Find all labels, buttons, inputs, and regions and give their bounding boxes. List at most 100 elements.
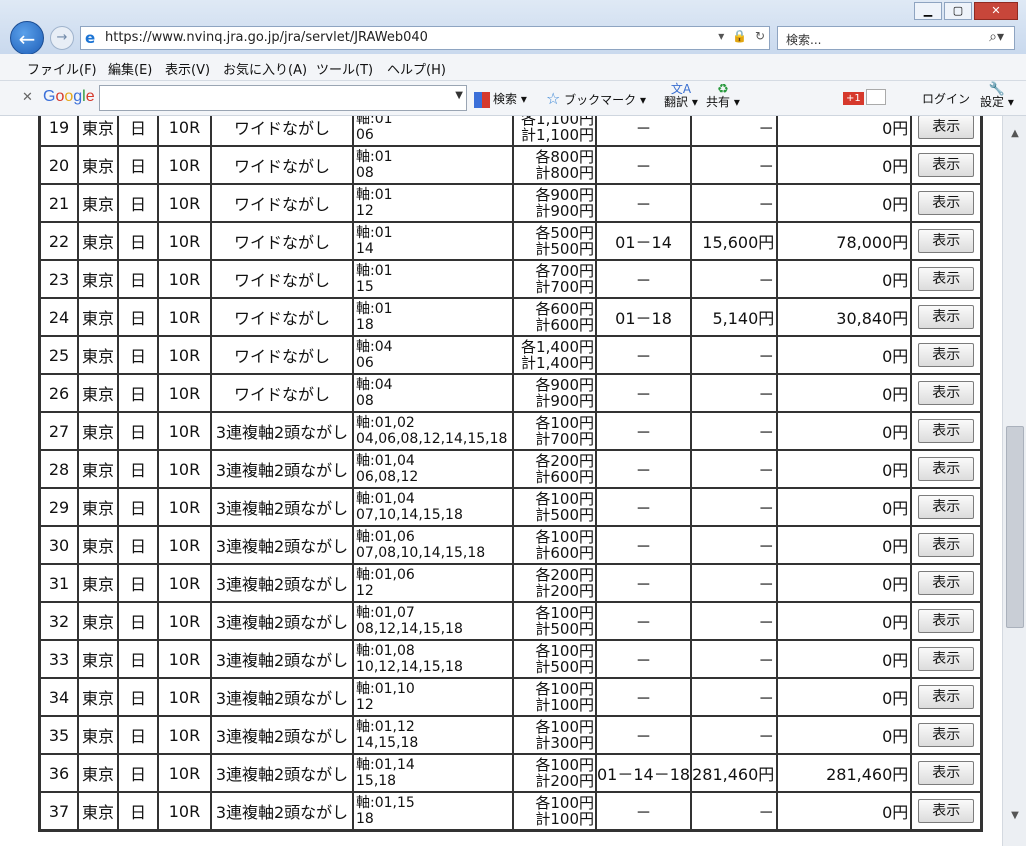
bet-amount: 各200円 計600円	[513, 450, 596, 488]
bet-number: 28	[40, 450, 78, 488]
view-button[interactable]: 表示	[918, 191, 975, 215]
race-number: 10R	[158, 792, 211, 830]
minimize-button[interactable]: ▁	[914, 2, 942, 20]
venue: 東京	[78, 336, 118, 374]
payout-per-100: －	[691, 184, 778, 222]
forward-button[interactable]: →	[50, 26, 74, 50]
selected-horses: 軸:01 12	[353, 184, 513, 222]
vertical-scrollbar[interactable]: ▲ ▼	[1002, 116, 1026, 846]
scroll-thumb[interactable]	[1006, 426, 1024, 628]
page-content: 19 東京日 10R ワイドながし 軸:01 06 各1,100円 計1,100円－－ 0円 表示…	[0, 116, 1002, 846]
venue: 東京	[78, 146, 118, 184]
action-cell: 表示	[911, 450, 982, 488]
menu-tools[interactable]: ツール(T)	[316, 59, 373, 78]
view-button[interactable]: 表示	[918, 229, 975, 253]
payout-per-100: －	[691, 450, 778, 488]
back-button[interactable]: ←	[10, 21, 44, 55]
bet-amount: 各700円 計700円	[513, 260, 596, 298]
selected-horses: 軸:01,07 08,12,14,15,18	[353, 602, 513, 640]
view-button[interactable]: 表示	[918, 723, 975, 747]
action-cell: 表示	[911, 488, 982, 526]
view-button[interactable]: 表示	[918, 381, 975, 405]
close-icon[interactable]: ✕	[22, 90, 33, 105]
google-search-input[interactable]: ▼	[99, 85, 467, 111]
refund-total: 0円	[777, 260, 912, 298]
refresh-icon[interactable]: ↻	[755, 29, 765, 43]
login-link[interactable]: ログイン	[922, 90, 970, 107]
view-button[interactable]: 表示	[918, 305, 975, 329]
payout-per-100: －	[691, 678, 778, 716]
winning-combination: －	[596, 792, 692, 830]
amount-total: 計500円	[535, 506, 594, 524]
view-button[interactable]: 表示	[918, 495, 975, 519]
view-button[interactable]: 表示	[918, 647, 975, 671]
gplus-button[interactable]: +1	[843, 89, 886, 105]
bet-amount: 各800円 計800円	[513, 146, 596, 184]
winning-combination: －	[596, 450, 692, 488]
browser-search-box[interactable]: 検索... ⌕▾	[777, 26, 1015, 50]
selected-horses: 軸:01 15	[353, 260, 513, 298]
menu-favorites[interactable]: お気に入り(A)	[223, 59, 307, 78]
view-button[interactable]: 表示	[918, 685, 975, 709]
day: 日	[118, 222, 158, 260]
address-bar[interactable]: e https://www.nvinq.jra.go.jp/jra/servle…	[80, 26, 770, 50]
venue: 東京	[78, 116, 118, 146]
table-row: 28 東京日 10R 3連複軸2頭ながし 軸:01,04 06,08,12 各200円 計60…	[40, 450, 982, 488]
payout-per-100: －	[691, 116, 778, 146]
dropdown-arrow-icon[interactable]: ▼	[455, 90, 463, 101]
view-button[interactable]: 表示	[918, 571, 975, 595]
amount-each: 各1,400円	[521, 338, 594, 356]
view-button[interactable]: 表示	[918, 153, 975, 177]
search-input[interactable]: 検索...	[786, 31, 821, 48]
view-button[interactable]: 表示	[918, 609, 975, 633]
share-button[interactable]: ♻ 共有 ▾	[706, 83, 740, 109]
view-button[interactable]: 表示	[918, 761, 975, 785]
scroll-down-arrow-icon[interactable]: ▼	[1003, 810, 1026, 826]
view-button[interactable]: 表示	[918, 457, 975, 481]
close-window-button[interactable]: ✕	[974, 2, 1018, 20]
maximize-button[interactable]: ▢	[944, 2, 972, 20]
selected-horses: 軸:01,06 07,08,10,14,15,18	[353, 526, 513, 564]
view-button[interactable]: 表示	[918, 343, 975, 367]
action-cell: 表示	[911, 640, 982, 678]
settings-button[interactable]: 🔧 設定 ▾	[980, 83, 1014, 109]
search-icon[interactable]: ⌕▾	[989, 29, 1004, 45]
refund-total: 0円	[777, 716, 912, 754]
bet-number: 21	[40, 184, 78, 222]
scroll-up-arrow-icon[interactable]: ▲	[1003, 128, 1026, 144]
menu-edit[interactable]: 編集(E)	[108, 59, 152, 78]
bet-type: ワイドながし	[211, 298, 353, 336]
partner-horses: 14,15,18	[356, 735, 419, 751]
google-search-button[interactable]: 検索 ▾	[474, 90, 527, 108]
table-row: 37 東京日 10R 3連複軸2頭ながし 軸:01,15 18 各100円 計100円－－ 0円…	[40, 792, 982, 830]
bookmark-button[interactable]: ☆ ブックマーク ▾	[546, 89, 646, 108]
bet-amount: 各600円 計600円	[513, 298, 596, 336]
bet-amount: 各900円 計900円	[513, 374, 596, 412]
address-url[interactable]: https://www.nvinq.jra.go.jp/jra/servlet/…	[105, 30, 428, 45]
bet-amount: 各500円 計500円	[513, 222, 596, 260]
partner-horses: 15	[356, 279, 374, 295]
dropdown-arrow-icon[interactable]: ▾	[718, 29, 724, 43]
axis-horses: 軸:01	[356, 225, 393, 241]
venue: 東京	[78, 792, 118, 830]
translate-button[interactable]: 文A 翻訳 ▾	[664, 83, 698, 109]
axis-horses: 軸:04	[356, 377, 393, 393]
refund-total: 0円	[777, 412, 912, 450]
view-button[interactable]: 表示	[918, 533, 975, 557]
lock-icon[interactable]: 🔒	[732, 29, 747, 43]
bet-number: 19	[40, 116, 78, 146]
payout-per-100: 15,600円	[691, 222, 778, 260]
amount-each: 各900円	[535, 376, 594, 394]
menu-view[interactable]: 表示(V)	[165, 59, 210, 78]
bet-type: ワイドながし	[211, 146, 353, 184]
menu-help[interactable]: ヘルプ(H)	[387, 59, 446, 78]
amount-each: 各200円	[535, 452, 594, 470]
partner-horses: 08	[356, 393, 374, 409]
action-cell: 表示	[911, 374, 982, 412]
view-button[interactable]: 表示	[918, 419, 975, 443]
race-number: 10R	[158, 488, 211, 526]
view-button[interactable]: 表示	[918, 267, 975, 291]
view-button[interactable]: 表示	[918, 116, 975, 139]
menu-file[interactable]: ファイル(F)	[27, 59, 97, 78]
view-button[interactable]: 表示	[918, 799, 975, 823]
